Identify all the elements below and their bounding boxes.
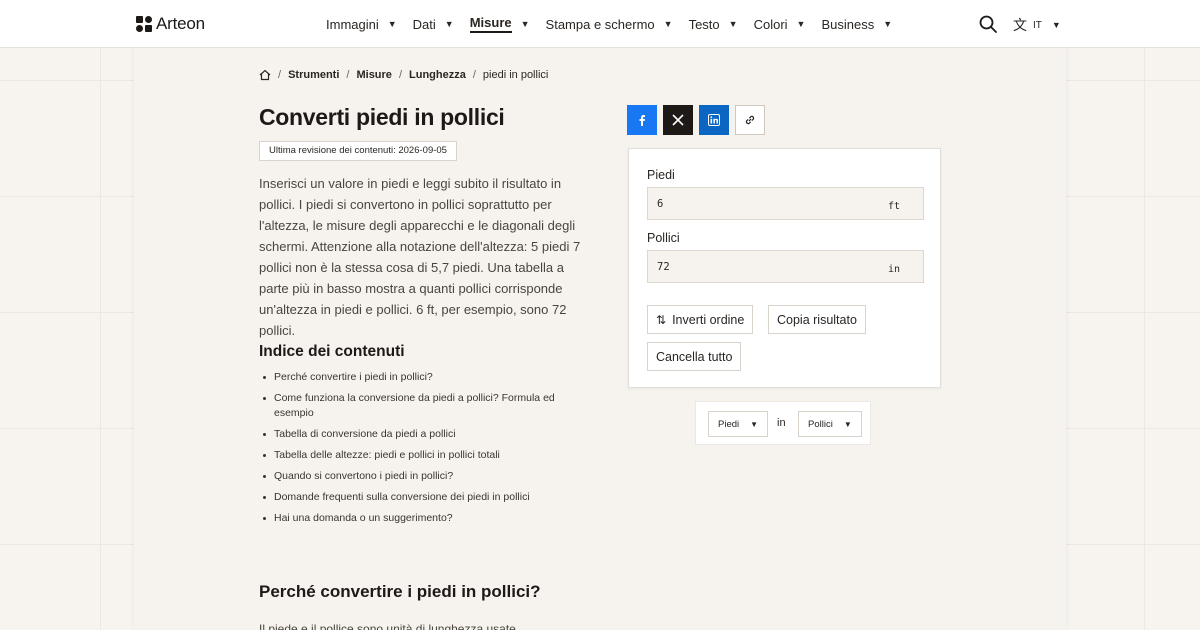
section-title: Perché convertire i piedi in pollici? [259, 582, 541, 601]
converter-panel: Piedi 6 ft Pollici 72 in ⇅ Inverti ordin… [628, 148, 941, 388]
inches-unit: in [887, 264, 900, 275]
chevron-down-icon: ▼ [520, 19, 530, 29]
chevron-down-icon: ▼ [883, 19, 893, 29]
nav-item-dati[interactable]: Dati ▼ [413, 17, 454, 32]
inches-label: Pollici [647, 231, 680, 245]
swap-order-label: Inverti ordine [672, 312, 745, 327]
clear-all-button[interactable]: Cancella tutto [647, 342, 742, 371]
share-linkedin-button[interactable] [699, 105, 729, 135]
toc-item[interactable]: Tabella delle altezze: piedi e pollici i… [259, 448, 569, 463]
chevron-down-icon: ▼ [750, 419, 759, 429]
intro-paragraph: Inserisci un valore in piedi e leggi sub… [259, 176, 581, 338]
inches-input[interactable]: 72 in [647, 250, 924, 283]
feet-label: Piedi [647, 168, 675, 182]
nav-label: Testo [688, 16, 720, 32]
copy-link-button[interactable] [735, 105, 765, 135]
brand-logo[interactable]: Arteon [136, 14, 205, 34]
chevron-down-icon: ▼ [663, 19, 673, 29]
unit-selector-row: Piedi ▼ in Pollici ▼ [695, 401, 871, 445]
content-card: / Strumenti / Misure / Lunghezza / piedi… [134, 48, 1066, 630]
feet-unit: ft [887, 201, 900, 212]
feet-input[interactable]: 6 ft [647, 187, 924, 220]
toc-item[interactable]: Hai una domanda o un suggerimento? [259, 511, 569, 526]
nav-label: Misure [469, 15, 512, 33]
breadcrumb-current: piedi in pollici [482, 69, 549, 81]
chevron-down-icon: ▼ [728, 19, 738, 29]
breadcrumb-separator: / [346, 69, 350, 81]
inches-value: 72 [657, 261, 670, 273]
to-unit-select[interactable]: Pollici ▼ [798, 411, 862, 437]
facebook-icon [639, 115, 645, 126]
link-icon [745, 115, 755, 125]
clear-all-label: Cancella tutto [656, 349, 733, 364]
toc-item[interactable]: Domande frequenti sulla conversione dei … [259, 490, 569, 505]
from-unit-value: Piedi [718, 418, 740, 430]
chevron-down-icon: ▼ [843, 419, 852, 429]
search-button[interactable] [978, 14, 998, 34]
breadcrumb-strumenti[interactable]: Strumenti [288, 69, 339, 81]
nav-item-stampa[interactable]: Stampa e schermo ▼ [546, 17, 673, 32]
nav-item-immagini[interactable]: Immagini ▼ [326, 17, 397, 32]
breadcrumb-separator: / [398, 69, 402, 81]
breadcrumb-separator: / [472, 69, 476, 81]
language-selector[interactable]: 文 IT ▼ [1013, 15, 1061, 35]
main-nav: Immagini ▼ Dati ▼ Misure ▼ Stampa e sche… [326, 0, 908, 48]
breadcrumb-separator: / [278, 69, 282, 81]
nav-item-misure[interactable]: Misure ▼ [469, 15, 530, 33]
toc-item[interactable]: Quando si convertono i piedi in pollici? [259, 469, 569, 484]
nav-item-colori[interactable]: Colori ▼ [754, 17, 806, 32]
breadcrumb: / Strumenti / Misure / Lunghezza / piedi… [259, 69, 548, 81]
search-icon [979, 15, 997, 33]
nav-item-testo[interactable]: Testo ▼ [689, 17, 738, 32]
copy-result-label: Copia risultato [777, 312, 857, 327]
x-icon [672, 114, 684, 126]
toc-item[interactable]: Come funziona la conversione da piedi a … [259, 391, 569, 421]
share-x-button[interactable] [663, 105, 693, 135]
linkedin-icon [708, 114, 720, 126]
nav-label: Stampa e schermo [545, 16, 655, 32]
chevron-down-icon: ▼ [444, 19, 454, 29]
unit-connector: in [777, 417, 786, 429]
chevron-down-icon: ▼ [387, 19, 397, 29]
toc-item[interactable]: Perché convertire i piedi in pollici? [259, 370, 569, 385]
breadcrumb-misure[interactable]: Misure [356, 69, 391, 81]
swap-order-button[interactable]: ⇅ Inverti ordine [647, 305, 754, 334]
section-text: Il piede e il pollice sono unità di lung… [259, 622, 516, 630]
nav-label: Colori [753, 16, 788, 32]
breadcrumb-lunghezza[interactable]: Lunghezza [409, 69, 466, 81]
translate-icon: 文 [1013, 17, 1027, 33]
chevron-down-icon: ▼ [1051, 20, 1061, 30]
page-title: Converti piedi in pollici [259, 104, 505, 130]
revision-badge: Ultima revisione dei contenuti: 2026-09-… [259, 141, 457, 161]
nav-label: Business [821, 16, 875, 32]
toc-item[interactable]: Tabella di conversione da piedi a pollic… [259, 427, 569, 442]
toc-title: Indice dei contenuti [259, 343, 405, 360]
from-unit-select[interactable]: Piedi ▼ [708, 411, 769, 437]
swap-icon: ⇅ [656, 312, 667, 327]
feet-value: 6 [657, 198, 664, 210]
nav-label: Immagini [326, 16, 379, 32]
home-icon[interactable] [259, 69, 271, 81]
brand-mark-icon [136, 16, 152, 32]
copy-result-button[interactable]: Copia risultato [768, 305, 866, 334]
nav-label: Dati [412, 16, 436, 32]
top-header: Arteon Immagini ▼ Dati ▼ Misure ▼ Stampa… [0, 0, 1200, 48]
share-bar [627, 105, 765, 135]
share-facebook-button[interactable] [627, 105, 657, 135]
nav-item-business[interactable]: Business ▼ [821, 17, 892, 32]
toc-list: Perché convertire i piedi in pollici? Co… [259, 370, 569, 532]
language-code: IT [1033, 19, 1042, 31]
brand-name: Arteon [156, 14, 205, 33]
chevron-down-icon: ▼ [796, 19, 806, 29]
to-unit-value: Pollici [808, 418, 833, 430]
